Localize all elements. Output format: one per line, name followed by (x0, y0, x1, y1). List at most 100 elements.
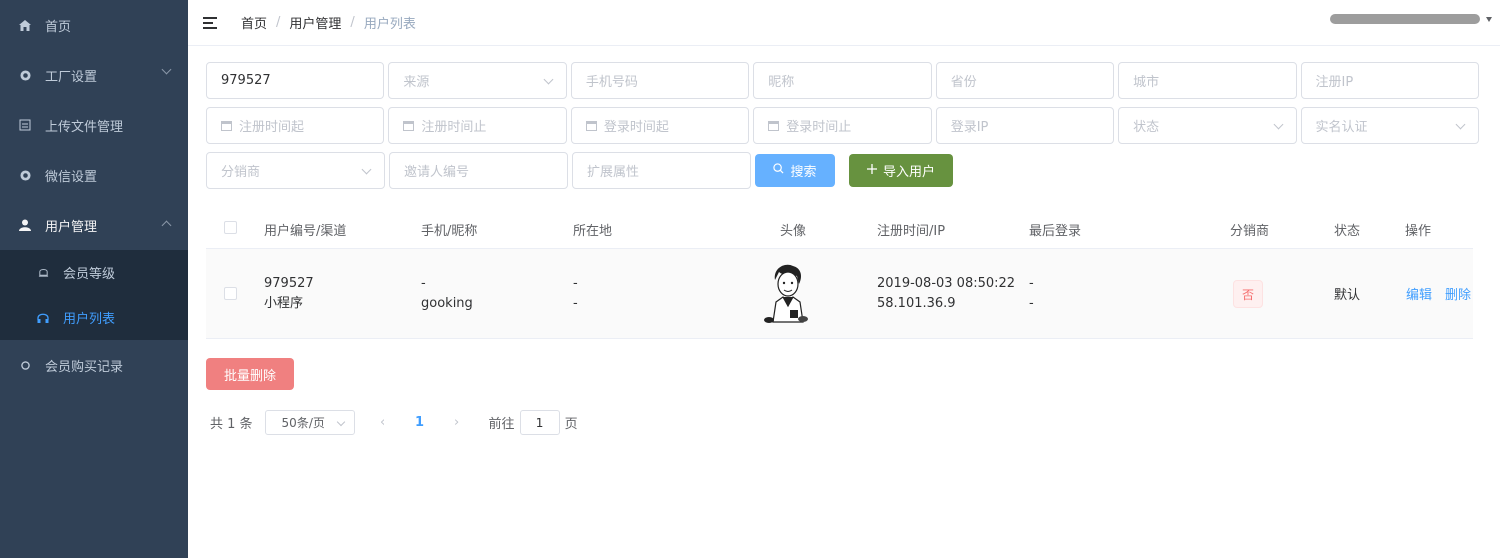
page-number[interactable]: 1 (405, 415, 435, 430)
distributor-select[interactable]: 分销商 (206, 152, 385, 189)
chevron-down-icon (336, 417, 345, 427)
pagination: 共 1 条 50条/页 ‹ 1 › 前往 1 页 (210, 410, 578, 435)
sidebar-item-label: 会员购买记录 (45, 359, 124, 375)
last-login-ip: - (1029, 296, 1034, 311)
login-time-from-picker[interactable]: 登录时间起 (570, 107, 750, 144)
chevron-up-icon (161, 220, 172, 231)
sidebar: 首页 工厂设置 上传文件管理 微信设置 用户管理 会员等级 用户列表 会员购买记… (0, 0, 188, 558)
coin-icon (18, 358, 32, 372)
table-row: 979527 小程序 - gooking - - 2019-08-03 08:5… (206, 249, 1473, 339)
reg-time-from-picker[interactable]: 注册时间起 (206, 107, 385, 144)
user-dropdown[interactable] (1330, 14, 1492, 24)
sidebar-item-user-list[interactable]: 用户列表 (0, 295, 188, 340)
login-ip-input[interactable]: 登录IP (935, 107, 1115, 144)
city-input[interactable]: 城市 (1118, 62, 1297, 99)
file-icon (18, 118, 32, 132)
filter-form: 979527 来源 手机号码 昵称 省份 城市 注册IP 注册时间起 注册时间止… (206, 62, 1483, 197)
delete-link[interactable]: 删除 (1445, 284, 1471, 303)
chevron-down-icon (161, 64, 172, 75)
avatar (761, 262, 813, 330)
breadcrumb-current: 用户列表 (363, 17, 416, 32)
sidebar-item-member-level[interactable]: 会员等级 (0, 250, 188, 295)
headset-icon (36, 311, 50, 325)
chevron-down-icon (543, 74, 554, 85)
search-button[interactable]: 搜索 (755, 154, 835, 187)
redacted-username (1330, 14, 1480, 24)
import-users-button[interactable]: 导入用户 (849, 154, 953, 187)
reg-ip-input[interactable]: 注册IP (1300, 62, 1479, 99)
edit-link-label[interactable]: 编辑 (1406, 288, 1432, 303)
sidebar-item-label: 首页 (45, 19, 72, 35)
hamburger-menu-icon[interactable] (203, 16, 219, 30)
search-button-label: 搜索 (790, 165, 817, 180)
column-header: 用户编号/渠道 (264, 224, 347, 239)
edit-link[interactable]: 编辑 (1406, 284, 1432, 303)
ext-attr-input[interactable]: 扩展属性 (572, 152, 751, 189)
user-nickname: gooking (421, 296, 473, 311)
sidebar-item-home[interactable]: 首页 (0, 0, 188, 50)
page-size-value: 50条/页 (281, 416, 325, 430)
prev-page-icon[interactable]: ‹ (371, 415, 395, 430)
select-all-checkbox[interactable] (224, 221, 237, 234)
phone-input[interactable]: 手机号码 (570, 62, 750, 99)
user-management-submenu: 会员等级 用户列表 (0, 250, 188, 340)
chevron-down-icon (1273, 119, 1283, 130)
realname-select[interactable]: 实名认证 (1300, 107, 1479, 144)
sidebar-item-label: 微信设置 (45, 169, 98, 185)
caret-down-icon (1486, 16, 1492, 22)
main-content: 首页 / 用户管理 / 用户列表 979527 来源 手机号码 昵称 省份 城市… (188, 0, 1500, 558)
sidebar-item-wechat-settings[interactable]: 微信设置 (0, 150, 188, 200)
column-header: 最后登录 (1029, 224, 1082, 239)
user-location-province: - (573, 276, 578, 291)
sidebar-item-purchase-records[interactable]: 会员购买记录 (0, 340, 188, 390)
login-time-to-placeholder: 登录时间止 (786, 120, 852, 135)
plus-icon (866, 163, 877, 178)
top-navbar: 首页 / 用户管理 / 用户列表 (188, 0, 1500, 46)
goto-label: 前往 (488, 417, 515, 432)
import-button-label: 导入用户 (882, 165, 935, 180)
column-header: 状态 (1334, 224, 1361, 239)
sidebar-item-label: 用户管理 (45, 219, 98, 235)
reg-time-from-placeholder: 注册时间起 (239, 120, 305, 135)
source-select[interactable]: 来源 (388, 62, 567, 99)
bell-icon (36, 266, 50, 280)
sidebar-item-label: 工厂设置 (45, 69, 98, 85)
status-select[interactable]: 状态 (1118, 107, 1297, 144)
province-input[interactable]: 省份 (935, 62, 1115, 99)
sidebar-item-user-management[interactable]: 用户管理 (0, 200, 188, 250)
page-size-select[interactable]: 50条/页 (264, 410, 355, 435)
status-select-placeholder: 状态 (1133, 120, 1160, 135)
sidebar-item-label: 上传文件管理 (45, 119, 124, 135)
user-phone: - (421, 276, 426, 291)
goto-page-input[interactable]: 1 (519, 410, 560, 435)
last-login-time: - (1029, 276, 1034, 291)
calendar-icon (768, 120, 780, 131)
source-select-placeholder: 来源 (403, 75, 430, 90)
row-checkbox[interactable] (224, 287, 237, 300)
sidebar-item-factory-settings[interactable]: 工厂设置 (0, 50, 188, 100)
calendar-icon (585, 120, 597, 131)
reg-time-to-picker[interactable]: 注册时间止 (388, 107, 567, 144)
login-time-from-placeholder: 登录时间起 (603, 120, 669, 135)
sidebar-item-upload-files[interactable]: 上传文件管理 (0, 100, 188, 150)
chevron-down-icon (361, 164, 372, 175)
search-icon (773, 163, 784, 178)
column-header: 所在地 (573, 224, 613, 239)
inviter-input[interactable]: 邀请人编号 (389, 152, 568, 189)
login-time-to-picker[interactable]: 登录时间止 (753, 107, 932, 144)
pagination-total: 共 1 条 (210, 417, 253, 432)
breadcrumb-separator: / (276, 15, 281, 30)
breadcrumb-home[interactable]: 首页 (241, 13, 267, 32)
breadcrumb: 首页 / 用户管理 / 用户列表 (241, 13, 416, 32)
breadcrumb-separator: / (350, 15, 355, 30)
batch-delete-button[interactable]: 批量删除 (206, 358, 294, 390)
nickname-input[interactable]: 昵称 (753, 62, 932, 99)
delete-link-label[interactable]: 删除 (1445, 288, 1471, 303)
breadcrumb-user-management[interactable]: 用户管理 (289, 13, 341, 32)
column-header: 注册时间/IP (877, 224, 946, 239)
reg-time: 2019-08-03 08:50:22 (877, 276, 1016, 291)
calendar-icon (221, 120, 232, 131)
gear-icon (18, 68, 32, 82)
user-id-input[interactable]: 979527 (206, 62, 385, 99)
next-page-icon[interactable]: › (445, 415, 469, 430)
